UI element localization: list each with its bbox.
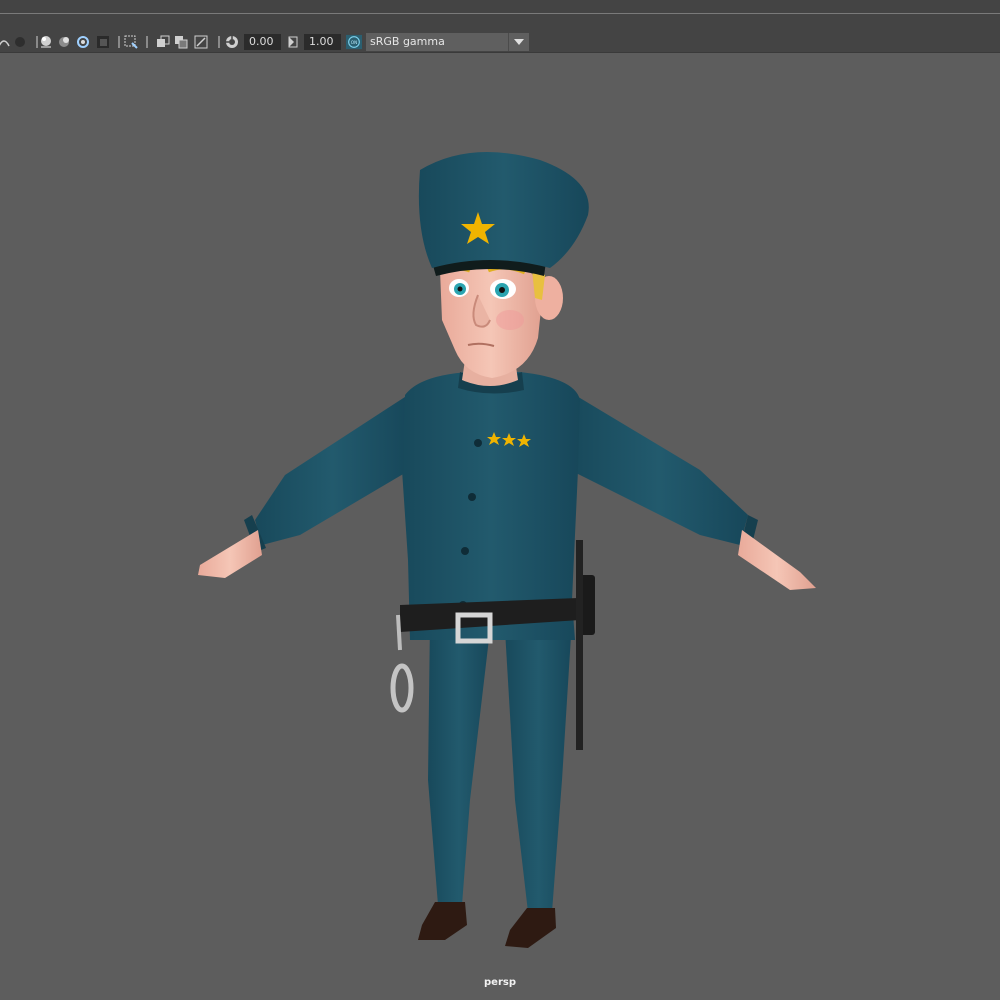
left-hand — [198, 530, 262, 578]
left-leg — [428, 620, 490, 905]
right-shoe — [505, 908, 556, 948]
left-arm — [255, 395, 410, 545]
button — [468, 493, 476, 501]
button — [461, 547, 469, 555]
baton — [576, 540, 583, 750]
right-hand — [738, 530, 816, 590]
head — [440, 254, 542, 378]
left-shoe — [418, 902, 467, 940]
police-cap — [418, 152, 589, 268]
camera-name-label: persp — [484, 977, 516, 988]
right-arm — [570, 395, 748, 545]
right-leg — [505, 620, 572, 912]
button — [474, 439, 482, 447]
handcuffs — [390, 663, 414, 713]
cheek — [496, 310, 524, 330]
perspective-viewport[interactable] — [0, 53, 1000, 1000]
police-officer-3d-model[interactable] — [0, 0, 1000, 1000]
handcuff-chain — [396, 614, 402, 651]
